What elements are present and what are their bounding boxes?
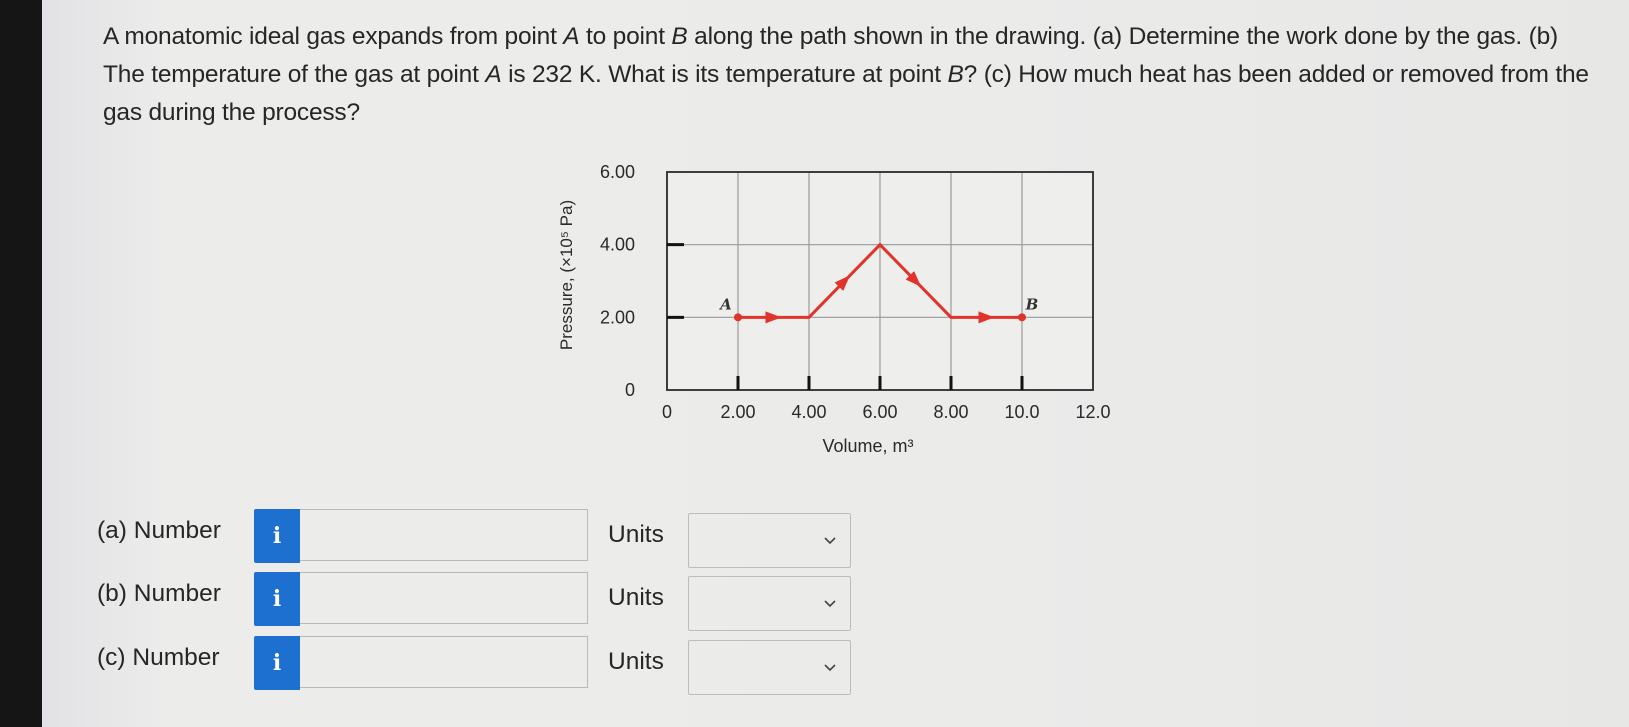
x-tick-label: 6.00	[862, 402, 897, 422]
units-label: Units	[608, 648, 664, 675]
question-segment: is 232 K. What is its temperature at poi…	[501, 61, 948, 88]
units-dropdown[interactable]	[688, 640, 851, 695]
point-label: A	[485, 61, 502, 88]
units-label: Units	[608, 521, 664, 548]
answer-row: (b) Number i Units	[0, 570, 900, 631]
point-label: B	[671, 23, 688, 50]
units-label: Units	[608, 584, 664, 611]
info-button[interactable]: i	[254, 636, 300, 690]
info-button[interactable]: i	[254, 509, 300, 563]
question-text: A monatomic ideal gas expands from point…	[103, 18, 1603, 132]
chevron-down-icon	[824, 537, 836, 545]
number-input[interactable]	[300, 509, 588, 561]
info-icon: i	[272, 586, 282, 612]
pv-diagram: 0 2.00 4.00 6.00 8.00 10.0 12.0 0 2.00 4.00 6.00 Vo…	[557, 162, 1111, 456]
y-tick-label: 4.00	[600, 235, 635, 255]
chevron-down-icon	[824, 664, 836, 672]
number-input[interactable]	[300, 572, 588, 624]
answer-row: (c) Number i Units	[0, 634, 900, 695]
info-icon: i	[272, 523, 282, 549]
question-segment: to point	[579, 23, 672, 50]
number-input[interactable]	[300, 636, 588, 688]
x-tick-label: 4.00	[791, 402, 826, 422]
y-tick-label: 6.00	[600, 162, 635, 182]
units-dropdown[interactable]	[688, 513, 851, 568]
point-label: B	[947, 61, 964, 88]
x-tick-label: 10.0	[1004, 402, 1039, 422]
answer-label: (a) Number	[97, 517, 221, 544]
x-tick-label: 0	[662, 402, 672, 422]
answer-label: (c) Number	[97, 644, 220, 671]
x-tick-label: 2.00	[720, 402, 755, 422]
point-label: A	[563, 23, 580, 50]
info-icon: i	[272, 650, 282, 676]
data-point	[1018, 313, 1026, 322]
y-tick-label: 0	[625, 380, 635, 400]
data-point	[734, 313, 742, 322]
question-segment: A monatomic ideal gas expands from point	[103, 23, 564, 50]
x-tick-label: 8.00	[933, 402, 968, 422]
chevron-down-icon	[824, 600, 836, 608]
point-a-label: A	[718, 295, 732, 313]
answer-label: (b) Number	[97, 580, 221, 607]
point-b-label: B	[1025, 295, 1039, 313]
info-button[interactable]: i	[254, 572, 300, 626]
units-dropdown[interactable]	[688, 576, 851, 631]
y-tick-label: 2.00	[600, 307, 635, 327]
y-axis-label: Pressure, (×10⁵ Pa)	[557, 200, 576, 350]
x-tick-label: 12.0	[1075, 402, 1110, 422]
x-axis-label: Volume, m³	[822, 436, 913, 456]
answer-row: (a) Number i Units	[0, 507, 900, 568]
